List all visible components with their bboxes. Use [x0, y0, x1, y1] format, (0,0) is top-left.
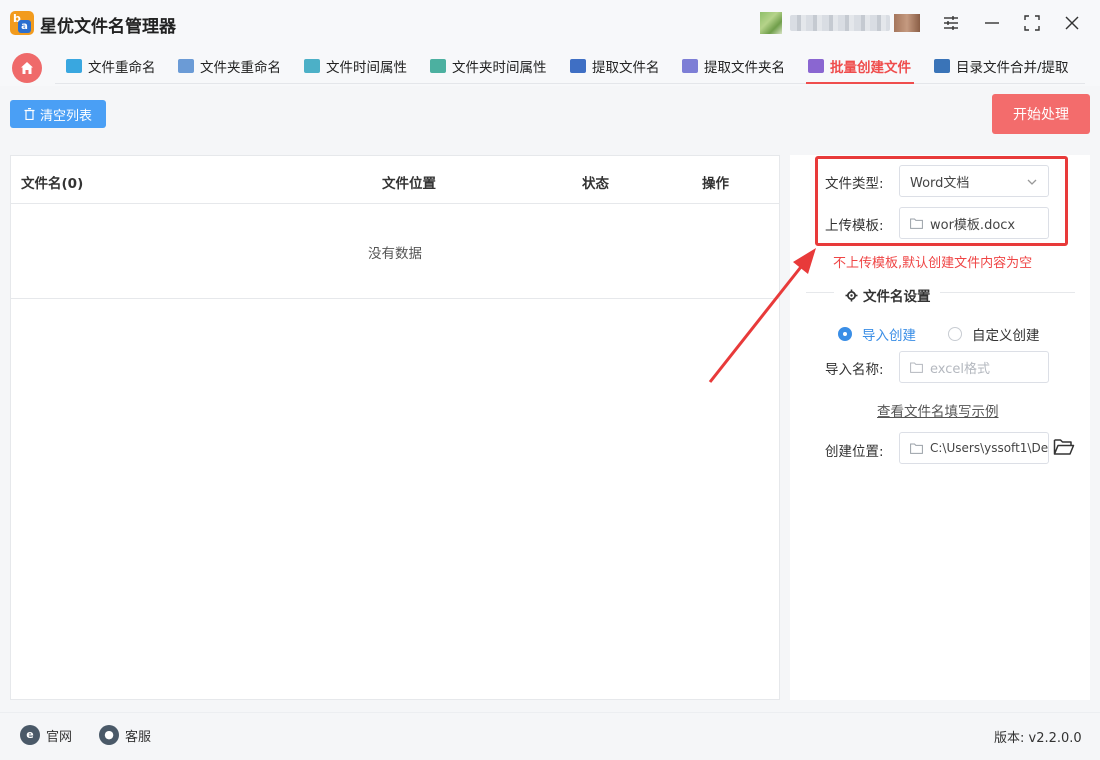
- support-link[interactable]: ● 客服: [99, 725, 151, 745]
- tab-folder-time[interactable]: 文件夹时间属性: [430, 56, 547, 76]
- gear-icon: [845, 289, 858, 301]
- section-divider-left: [806, 292, 834, 293]
- annotation-arrow: [708, 248, 816, 383]
- empty-state-text: 没有数据: [368, 246, 422, 262]
- tab-rename-file[interactable]: 文件重命名: [66, 56, 156, 76]
- app-title: 星优文件名管理器: [40, 17, 176, 37]
- template-hint-text: 不上传模板,默认创建文件内容为空: [833, 256, 1033, 271]
- extract-filename-icon: [570, 59, 586, 73]
- column-action: 操作: [702, 176, 729, 192]
- nav-divider: [55, 83, 1085, 84]
- section-divider-right: [940, 292, 1075, 293]
- maximize-icon[interactable]: [1019, 10, 1045, 36]
- clear-list-button[interactable]: 清空列表: [10, 100, 106, 128]
- file-time-icon: [304, 59, 320, 73]
- merge-extract-icon: [934, 59, 950, 73]
- column-status: 状态: [582, 176, 609, 192]
- close-icon[interactable]: [1059, 10, 1085, 36]
- active-tab-indicator: [806, 82, 914, 84]
- browse-folder-button[interactable]: [1053, 437, 1075, 461]
- open-folder-icon: [1053, 439, 1075, 455]
- folder-time-icon: [430, 59, 446, 73]
- extract-foldername-icon: [682, 59, 698, 73]
- import-name-label: 导入名称:: [825, 362, 884, 378]
- website-icon: e: [20, 725, 40, 745]
- tab-merge-extract[interactable]: 目录文件合并/提取: [934, 56, 1069, 76]
- start-process-button[interactable]: 开始处理: [992, 94, 1090, 134]
- create-location-label: 创建位置:: [825, 444, 884, 460]
- radio-import-create[interactable]: 导入创建: [838, 324, 916, 344]
- tab-extract-filename[interactable]: 提取文件名: [570, 56, 660, 76]
- home-icon: [21, 62, 33, 74]
- batch-create-icon: [808, 59, 824, 73]
- folder-icon: [910, 443, 923, 454]
- website-link[interactable]: e 官网: [20, 725, 72, 745]
- tab-rename-folder[interactable]: 文件夹重命名: [178, 56, 281, 76]
- tab-batch-create[interactable]: 批量创建文件: [808, 56, 911, 76]
- file-table: 文件名(0) 文件位置 状态 操作 没有数据: [10, 155, 780, 700]
- create-location-field[interactable]: C:\Users\yssoft1\De: [899, 432, 1049, 464]
- trash-icon: [24, 108, 35, 120]
- user-avatar[interactable]: [760, 12, 782, 34]
- footer-bar: [0, 712, 1100, 760]
- column-filename: 文件名(0): [21, 176, 84, 192]
- user-badge: [894, 14, 920, 32]
- empty-state-row: 没有数据: [11, 204, 779, 299]
- filename-settings-title: 文件名设置: [845, 285, 931, 305]
- tab-file-time[interactable]: 文件时间属性: [304, 56, 407, 76]
- version-text: 版本: v2.2.0.0: [994, 731, 1082, 746]
- filename-example-link[interactable]: 查看文件名填写示例: [877, 400, 999, 420]
- rename-file-icon: [66, 59, 82, 73]
- app-logo-icon: b a: [10, 11, 34, 35]
- settings-sliders-icon[interactable]: [938, 10, 964, 36]
- chat-icon: ●: [99, 725, 119, 745]
- home-button[interactable]: [12, 53, 42, 83]
- column-location: 文件位置: [382, 176, 436, 192]
- highlight-annotation-box: [815, 156, 1068, 246]
- table-header: 文件名(0) 文件位置 状态 操作: [11, 156, 779, 204]
- folder-icon: [910, 362, 923, 373]
- rename-folder-icon: [178, 59, 194, 73]
- minimize-icon[interactable]: [979, 10, 1005, 36]
- user-name-blurred: [790, 15, 890, 31]
- radio-custom-create[interactable]: 自定义创建: [948, 324, 1040, 344]
- tab-extract-foldername[interactable]: 提取文件夹名: [682, 56, 785, 76]
- import-name-field[interactable]: excel格式: [899, 351, 1049, 383]
